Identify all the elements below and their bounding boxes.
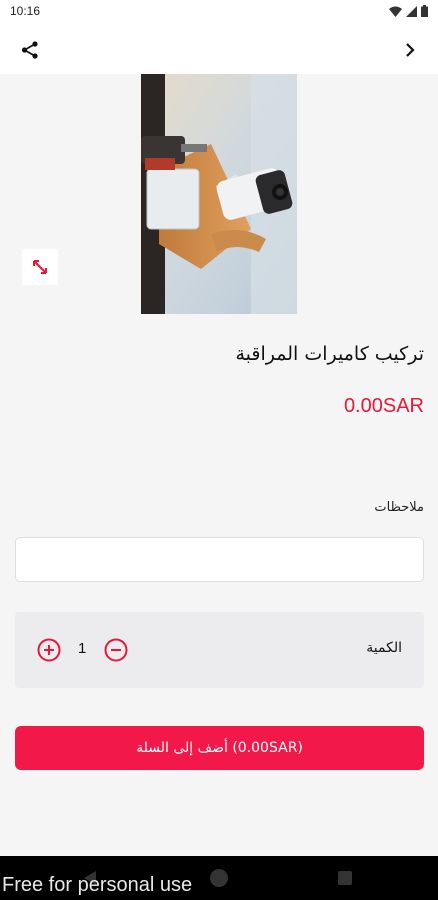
quantity-value: 1 [78, 640, 87, 657]
next-button[interactable] [396, 36, 424, 64]
status-bar: 10:16 [0, 0, 438, 24]
add-to-cart-label: أضف إلى السلة (0.00SAR) [136, 740, 303, 756]
chevron-right-icon [406, 43, 415, 57]
signal-icon [406, 5, 417, 17]
expand-button[interactable] [22, 249, 58, 285]
product-image [141, 74, 297, 314]
expand-icon [33, 260, 47, 274]
status-icons [389, 5, 428, 17]
home-nav-icon[interactable] [210, 869, 228, 887]
plus-circle-icon [37, 638, 61, 662]
share-icon [21, 41, 38, 59]
product-title: تركيب كاميرات المراقبة [235, 343, 425, 365]
wifi-icon [389, 6, 402, 17]
add-to-cart-button[interactable]: أضف إلى السلة (0.00SAR) [15, 726, 424, 770]
battery-icon [421, 5, 428, 17]
notes-input[interactable] [15, 537, 424, 582]
status-time: 10:16 [10, 4, 41, 18]
share-button[interactable] [16, 36, 44, 64]
quantity-box: الكمية 1 [15, 612, 424, 688]
quantity-label: الكمية [366, 640, 402, 656]
increase-quantity-button[interactable] [37, 638, 61, 662]
product-price: 0.00SAR [343, 395, 424, 417]
minus-circle-icon [104, 638, 128, 662]
decrease-quantity-button[interactable] [104, 638, 128, 662]
recents-nav-icon[interactable] [338, 871, 352, 885]
notes-label: ملاحظات [374, 500, 424, 515]
cctv-camera-photo [141, 74, 297, 314]
watermark-text: Free for personal use [2, 874, 193, 896]
app-bar [0, 24, 438, 74]
